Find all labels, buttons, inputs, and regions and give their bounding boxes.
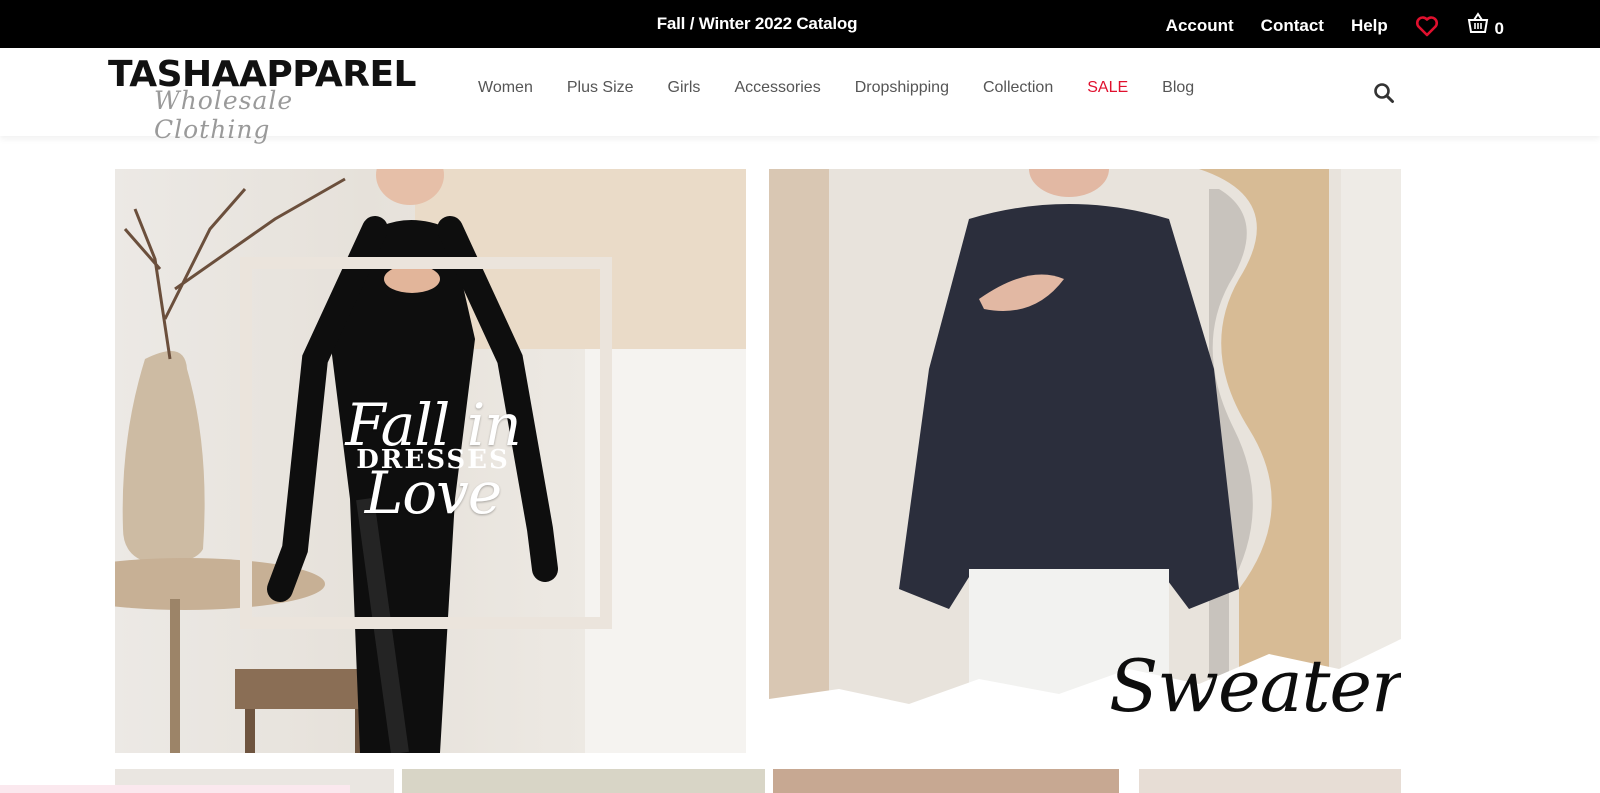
category-tile[interactable] — [1139, 769, 1401, 793]
contact-link[interactable]: Contact — [1261, 16, 1324, 36]
heart-icon[interactable] — [1415, 15, 1439, 37]
nav-girls[interactable]: Girls — [668, 79, 701, 97]
help-link[interactable]: Help — [1351, 16, 1388, 36]
cart-count: 0 — [1494, 19, 1504, 38]
logo-tagline: Wholesale Clothing — [154, 86, 294, 144]
sweaters-banner[interactable]: Sweaters — [769, 169, 1401, 753]
account-links: Account Contact Help 0 — [1166, 12, 1504, 39]
dresses-title: DRESSES — [356, 445, 510, 475]
nav-collection[interactable]: Collection — [983, 79, 1053, 97]
nav-blog[interactable]: Blog — [1162, 79, 1194, 97]
cookie-bar-edge — [0, 785, 350, 793]
cart-button[interactable]: 0 — [1466, 12, 1504, 39]
search-icon[interactable] — [1373, 82, 1395, 104]
category-tile[interactable] — [402, 769, 765, 793]
top-bar: Fall / Winter 2022 Catalog Account Conta… — [0, 0, 1600, 48]
site-header: TASHAAPPAREL Wholesale Clothing Women Pl… — [0, 48, 1600, 145]
nav-plus-size[interactable]: Plus Size — [567, 79, 634, 97]
nav-accessories[interactable]: Accessories — [734, 79, 820, 97]
account-link[interactable]: Account — [1166, 16, 1234, 36]
main-nav: Women Plus Size Girls Accessories Dropsh… — [478, 79, 1194, 97]
site-logo[interactable]: TASHAAPPAREL Wholesale Clothing — [108, 56, 416, 145]
nav-women[interactable]: Women — [478, 79, 533, 97]
basket-icon — [1467, 12, 1488, 33]
nav-dropshipping[interactable]: Dropshipping — [855, 79, 949, 97]
category-tile[interactable] — [773, 769, 1119, 793]
nav-sale[interactable]: SALE — [1087, 79, 1128, 97]
dresses-banner[interactable]: Fall in Love DRESSES — [115, 169, 746, 753]
sweaters-script-title: Sweaters — [1109, 644, 1401, 728]
